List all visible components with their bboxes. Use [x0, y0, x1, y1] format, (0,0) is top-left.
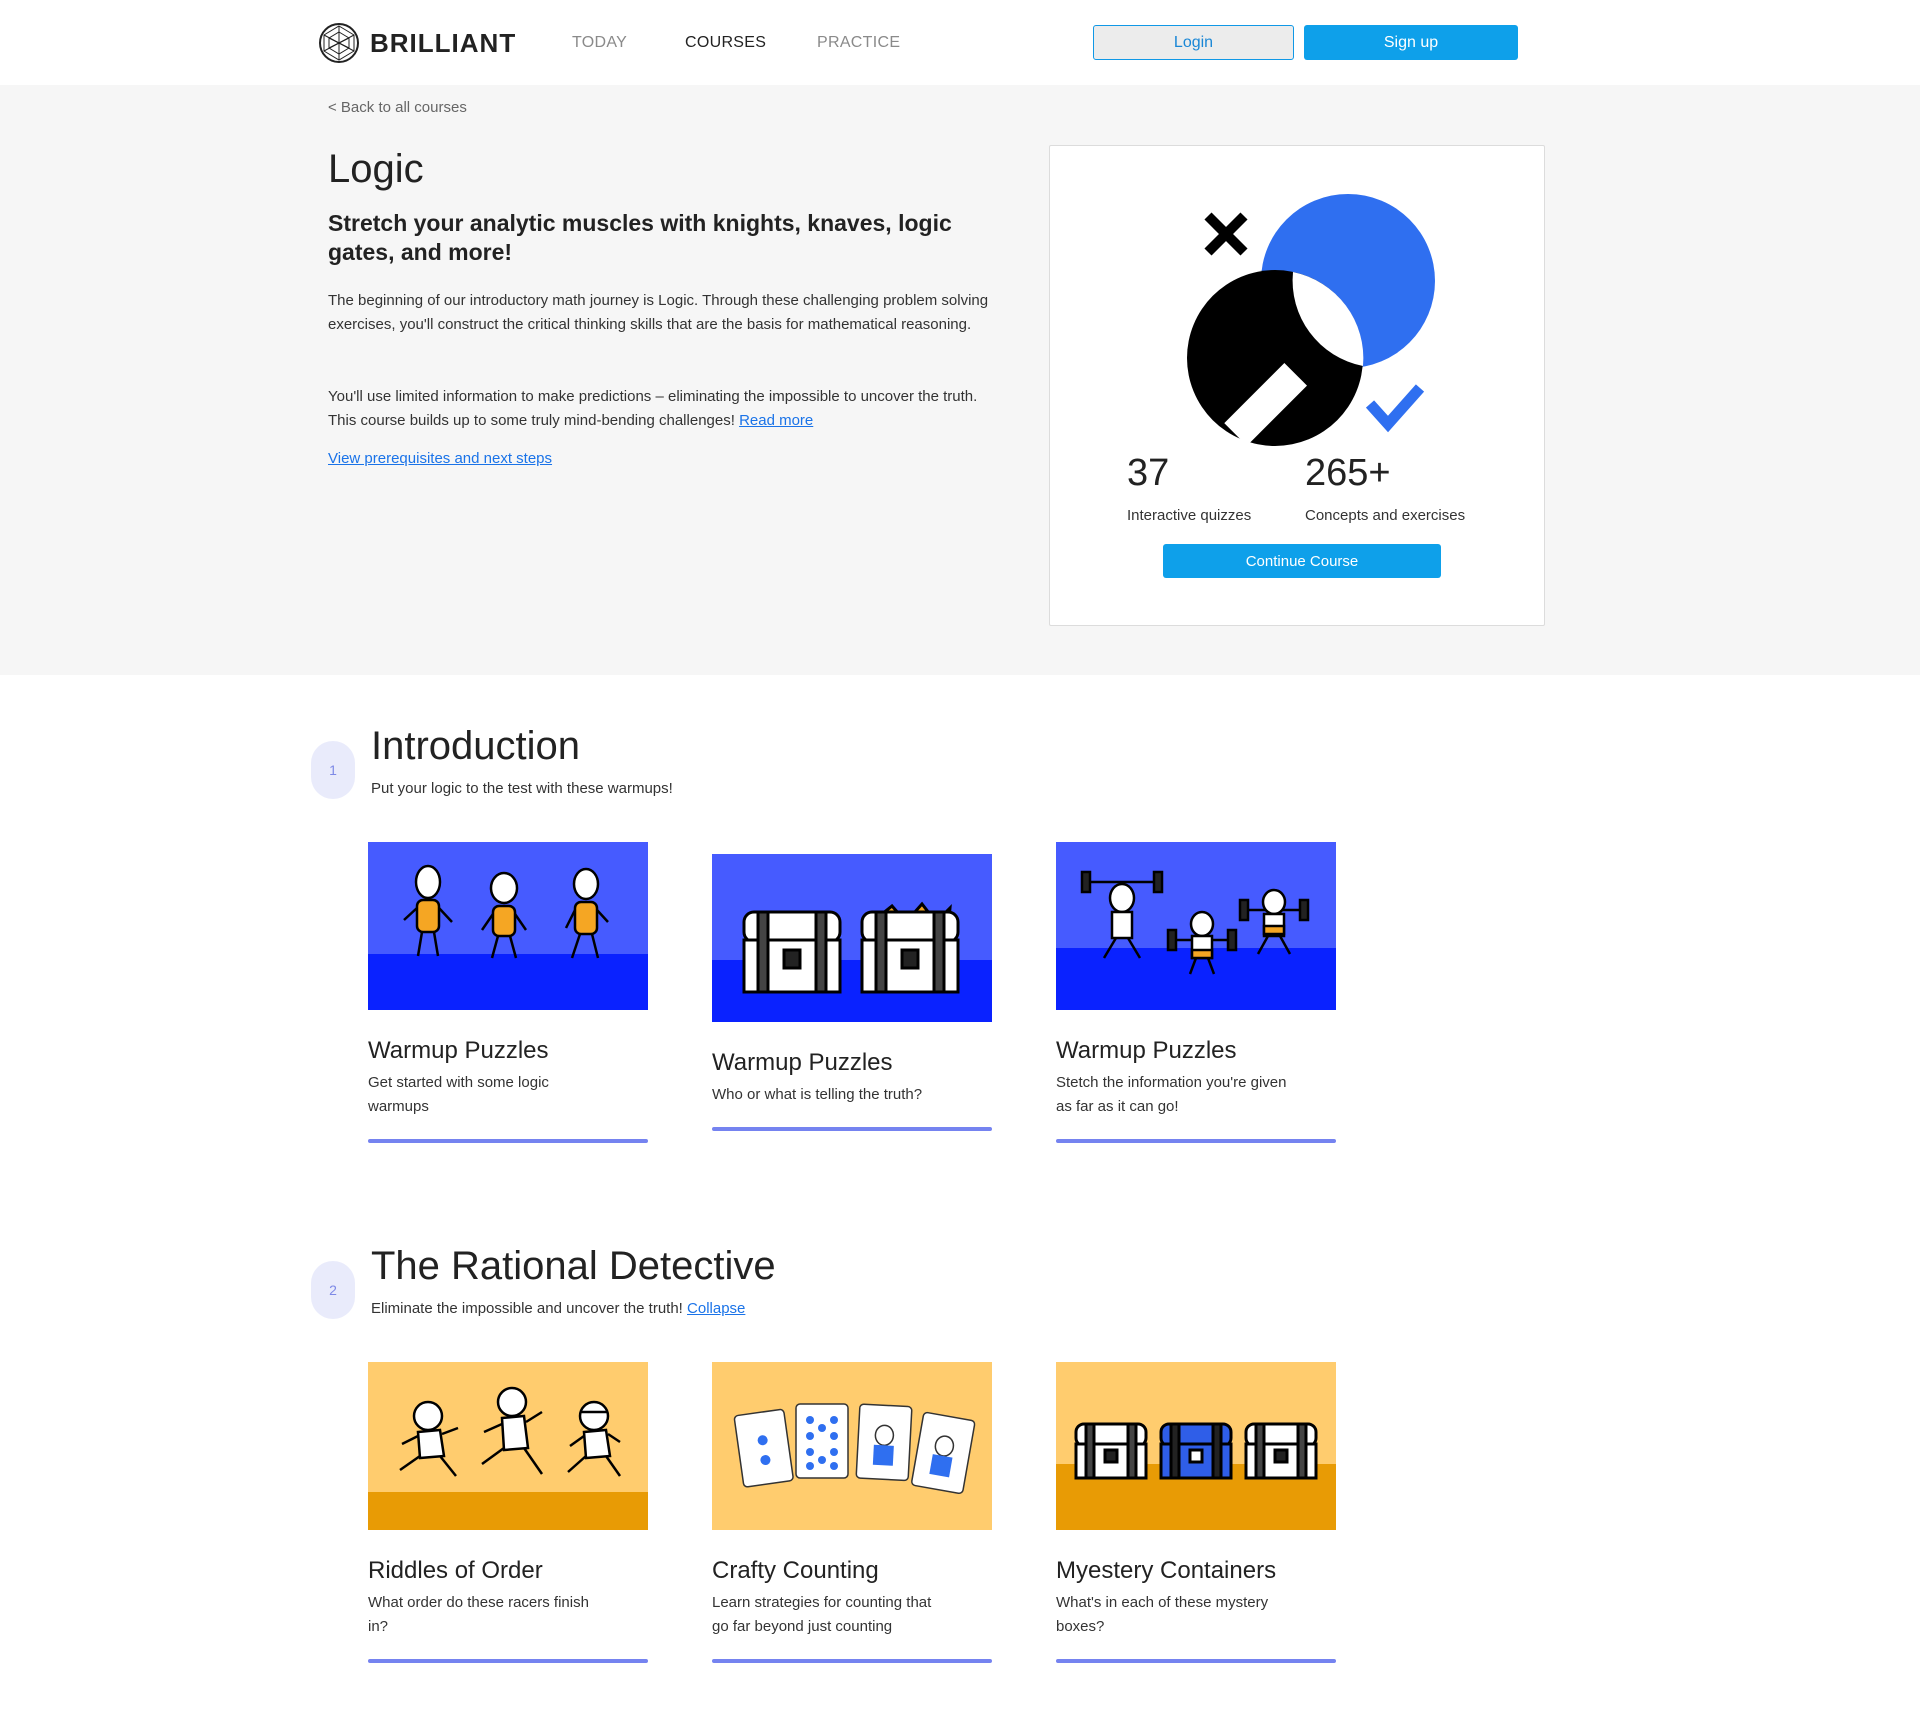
chapter-description: Eliminate the impossible and uncover the… — [371, 1300, 683, 1317]
course-description-text: You'll use limited information to make p… — [328, 388, 978, 429]
quiz-tile-image — [1056, 1362, 1336, 1530]
treasure-chests-illustration — [712, 854, 992, 1022]
prerequisites-link[interactable]: View prerequisites and next steps — [328, 450, 552, 467]
course-description-more: You'll use limited information to make p… — [328, 385, 1003, 433]
read-more-link[interactable]: Read more — [739, 412, 813, 429]
quiz-tile[interactable]: Myestery Containers What's in each of th… — [1056, 1362, 1336, 1663]
racers-illustration — [368, 1362, 648, 1530]
quiz-tile-title: Riddles of Order — [368, 1557, 543, 1584]
quiz-progress-bar — [1056, 1659, 1336, 1663]
quiz-tile-image — [368, 1362, 648, 1530]
quiz-tile-title: Myestery Containers — [1056, 1557, 1277, 1584]
collapse-link[interactable]: Collapse — [687, 1300, 745, 1317]
quiz-tile-title: Crafty Counting — [712, 1557, 879, 1584]
quiz-tile-description: Learn strategies for counting that go fa… — [712, 1594, 932, 1635]
chapter-title: The Rational Detective — [371, 1244, 776, 1288]
quiz-tile-image — [1056, 842, 1336, 1010]
quiz-tile-description: Get started with some logic warmups — [368, 1074, 549, 1115]
quizzes-count: 37 — [1127, 452, 1170, 494]
brilliant-logo-icon — [319, 23, 359, 63]
course-description: The beginning of our introductory math j… — [328, 292, 989, 333]
quiz-tile-description: Who or what is telling the truth? — [712, 1086, 923, 1103]
quiz-tile-title: Warmup Puzzles — [1056, 1037, 1237, 1064]
nav-courses[interactable]: COURSES — [685, 34, 766, 52]
course-title: Logic — [328, 147, 424, 191]
concepts-label: Concepts and exercises — [1305, 507, 1466, 524]
quiz-tile[interactable]: Riddles of Order What order do these rac… — [368, 1362, 648, 1663]
course-subtitle: Stretch your analytic muscles with knigh… — [328, 210, 952, 265]
playing-cards-illustration — [712, 1362, 992, 1530]
signup-button[interactable]: Sign up — [1304, 25, 1518, 60]
quiz-tile[interactable]: Crafty Counting Learn strategies for cou… — [712, 1362, 992, 1663]
quiz-tile-description: What order do these racers finish in? — [368, 1594, 589, 1635]
nav-practice[interactable]: PRACTICE — [817, 34, 900, 52]
quiz-tile-title: Warmup Puzzles — [368, 1037, 549, 1064]
quizzes-label: Interactive quizzes — [1127, 507, 1252, 524]
course-hero: < Back to all courses Logic Stretch your… — [0, 85, 1920, 675]
quiz-tile[interactable]: Warmup Puzzles Stetch the information yo… — [1056, 842, 1336, 1143]
quiz-progress-bar — [712, 1127, 992, 1131]
continue-course-button[interactable]: Continue Course — [1163, 544, 1441, 578]
chapter-number-badge: 1 — [311, 741, 355, 799]
quiz-tile-description: Stetch the information you're given as f… — [1056, 1074, 1287, 1115]
quiz-progress-bar — [368, 1659, 648, 1663]
characters-illustration — [368, 842, 648, 1010]
brand-name: BRILLIANT — [370, 27, 517, 58]
nav-today[interactable]: TODAY — [572, 34, 627, 52]
quiz-tile-image — [712, 1362, 992, 1530]
quiz-tile[interactable]: Warmup Puzzles Who or what is telling th… — [712, 854, 992, 1131]
chapter-description-line: Eliminate the impossible and uncover the… — [371, 1300, 745, 1317]
quiz-tile-image — [368, 842, 648, 1010]
quiz-tile-description: What's in each of these mystery boxes? — [1056, 1594, 1269, 1635]
quiz-progress-bar — [1056, 1139, 1336, 1143]
quiz-tile-image — [712, 854, 992, 1022]
mystery-chests-illustration — [1056, 1362, 1336, 1530]
quiz-progress-bar — [712, 1659, 992, 1663]
course-summary-card: 37 Interactive quizzes 265+ Concepts and… — [1049, 145, 1545, 626]
login-button[interactable]: Login — [1093, 25, 1294, 60]
concepts-count: 265+ — [1305, 452, 1391, 494]
logic-course-illustration — [1187, 194, 1435, 446]
quiz-tile-title: Warmup Puzzles — [712, 1049, 893, 1076]
brilliant-logo[interactable]: BRILLIANT — [318, 22, 516, 64]
chapter-number-badge: 2 — [311, 1261, 355, 1319]
weightlifters-illustration — [1056, 842, 1336, 1010]
top-navigation-bar: BRILLIANT TODAY COURSES PRACTICE Login S… — [0, 0, 1920, 85]
quiz-tile[interactable]: Warmup Puzzles Get started with some log… — [368, 842, 648, 1143]
chapter-description: Put your logic to the test with these wa… — [371, 780, 673, 797]
quiz-progress-bar — [368, 1139, 648, 1143]
chapter-title: Introduction — [371, 724, 581, 768]
back-to-courses-link[interactable]: < Back to all courses — [328, 99, 467, 116]
